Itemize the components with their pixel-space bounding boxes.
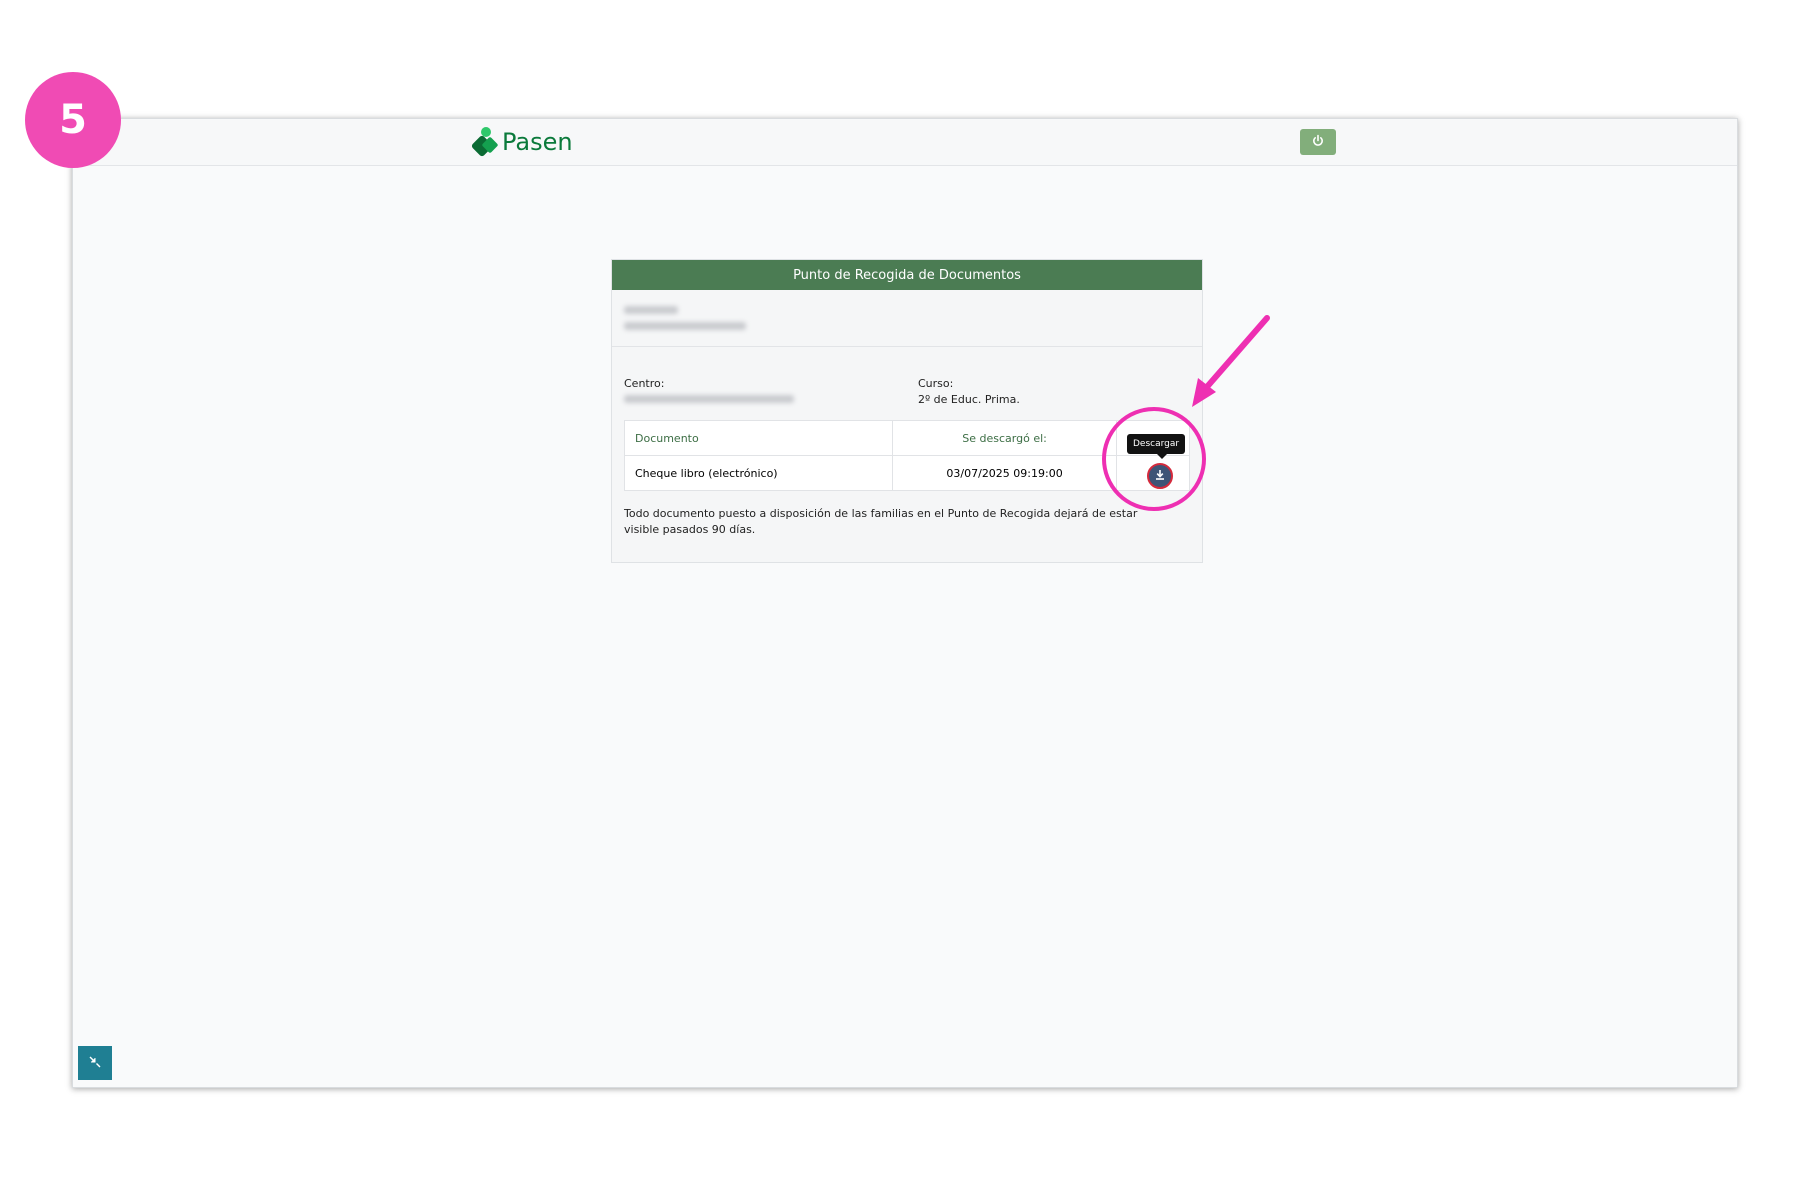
browser-window: Pasen Punto de Recogida de Documentos Ce… xyxy=(72,118,1738,1088)
column-header-documento: Documento xyxy=(623,420,894,456)
pasen-logo[interactable]: Pasen xyxy=(468,126,573,158)
document-name-cell: Cheque libro (electrónico) xyxy=(623,455,894,491)
redacted-text xyxy=(624,322,746,330)
documents-table: Documento Se descargó el: Cheque libro (… xyxy=(623,420,1191,491)
curso-label: Curso: xyxy=(918,377,954,390)
student-info-blurred xyxy=(612,290,1202,347)
logout-button[interactable] xyxy=(1300,129,1336,155)
table-row: Cheque libro (electrónico) 03/07/2025 09… xyxy=(623,455,1191,491)
panel-title-text: Punto de Recogida de Documentos xyxy=(793,267,1021,283)
step-number: 5 xyxy=(59,97,87,143)
exit-fullscreen-button[interactable] xyxy=(78,1046,112,1080)
curso-value: 2º de Educ. Prima. xyxy=(918,393,1020,406)
enrollment-info: Centro: Curso: 2º de Educ. Prima. xyxy=(612,347,1202,419)
redacted-centro-value xyxy=(624,395,794,403)
documents-panel: Punto de Recogida de Documentos Centro: … xyxy=(611,259,1203,563)
power-icon xyxy=(1311,134,1325,151)
column-header-fecha: Se descargó el: xyxy=(892,420,1117,456)
redacted-text xyxy=(624,306,678,314)
centro-label: Centro: xyxy=(624,377,665,390)
table-header-row: Documento Se descargó el: xyxy=(623,420,1191,456)
retention-notice: Todo documento puesto a disposición de l… xyxy=(624,507,1138,536)
download-button[interactable] xyxy=(1147,463,1173,489)
step-number-badge: 5 xyxy=(25,72,121,168)
tutorial-stage: 5 Pasen Punto de Recogida de Documentos … xyxy=(0,0,1800,1200)
top-bar: Pasen xyxy=(73,119,1737,166)
download-icon xyxy=(1154,469,1166,484)
download-date-cell: 03/07/2025 09:19:00 xyxy=(892,455,1117,491)
brand-name: Pasen xyxy=(502,128,573,156)
download-tooltip: Descargar xyxy=(1127,434,1186,459)
pasen-logo-icon xyxy=(468,126,502,158)
panel-title: Punto de Recogida de Documentos xyxy=(612,260,1202,290)
collapse-icon xyxy=(88,1055,102,1072)
